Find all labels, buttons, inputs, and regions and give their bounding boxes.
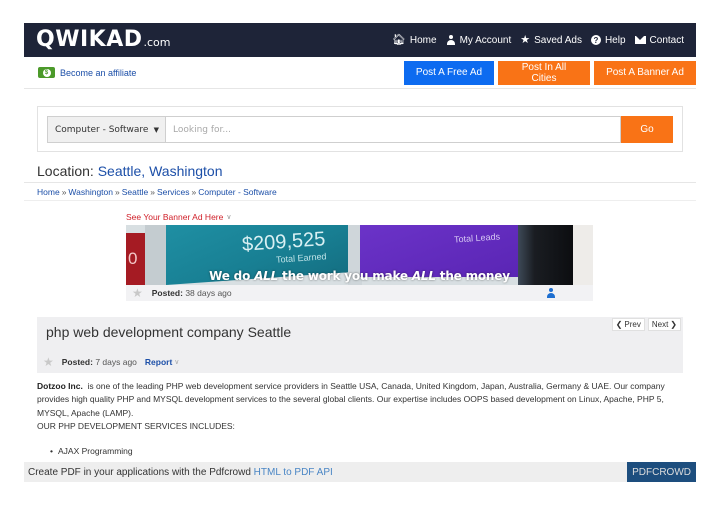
- home-icon: 🏠︎: [391, 33, 406, 46]
- nav-contact[interactable]: Contact: [634, 34, 684, 46]
- breadcrumb-separator: »: [191, 187, 197, 197]
- star-icon: ★: [520, 33, 531, 46]
- sub-header: $ Become an affiliate Post A Free Ad Pos…: [24, 57, 696, 89]
- nav-my-account-label: My Account: [459, 34, 512, 46]
- services-list: AJAX Programming: [50, 446, 133, 456]
- location-heading: Location: Seattle, Washington: [37, 163, 223, 179]
- nav-saved-ads[interactable]: ★ Saved Ads: [520, 33, 582, 46]
- ad-description: Dotzoo Inc. is one of the leading PHP we…: [37, 380, 687, 433]
- breadcrumb-services[interactable]: Services: [157, 187, 190, 197]
- question-circle-icon: ?: [590, 35, 601, 45]
- next-button[interactable]: Next ❯: [647, 318, 681, 331]
- banner-posted: Posted: 38 days ago: [151, 288, 232, 298]
- nav-my-account[interactable]: My Account: [446, 34, 512, 46]
- nav-home-label: Home: [409, 34, 437, 46]
- service-item: AJAX Programming: [50, 446, 133, 456]
- prev-label: Prev: [624, 320, 641, 329]
- logo-tld: .com: [143, 36, 171, 49]
- location-prefix: Location:: [37, 163, 98, 179]
- nav-help-label: Help: [604, 34, 626, 46]
- logo-text: QWIKAD: [36, 27, 143, 52]
- divider: [24, 182, 696, 183]
- user-icon: [446, 35, 456, 45]
- description-text: is one of the leading PHP web developmen…: [37, 381, 668, 418]
- envelope-icon: [634, 36, 646, 44]
- banner-meta: ★ Posted: 38 days ago: [126, 285, 593, 301]
- pdfcrowd-button[interactable]: PDFCROWD: [627, 462, 696, 482]
- nav-home[interactable]: 🏠︎ Home: [391, 33, 437, 46]
- breadcrumb: Home» Washington» Seattle» Services» Compute…: [37, 187, 277, 197]
- nav-saved-ads-label: Saved Ads: [534, 34, 582, 46]
- caret-down-icon: ▼: [153, 125, 159, 134]
- report-dropdown[interactable]: Report ∨: [145, 357, 180, 367]
- ad-pager: ❮ Prev Next ❯: [611, 318, 681, 331]
- services-heading: OUR PHP DEVELOPMENT SERVICES INCLUDES:: [37, 420, 235, 431]
- become-affiliate-link[interactable]: $ Become an affiliate: [38, 67, 136, 78]
- banner-ad-label-text: See Your Banner Ad Here: [126, 212, 224, 222]
- ad-title: php web development company Seattle: [46, 324, 292, 340]
- star-icon[interactable]: ★: [132, 286, 143, 300]
- breadcrumb-computer-software[interactable]: Computer - Software: [198, 187, 276, 197]
- nav-help[interactable]: ? Help: [590, 34, 626, 46]
- star-icon[interactable]: ★: [43, 355, 54, 369]
- pdfcrowd-text: Create PDF in your applications with the…: [28, 466, 333, 478]
- location-place[interactable]: Seattle, Washington: [98, 163, 223, 179]
- ad-posted: Posted: 7 days ago: [61, 357, 137, 367]
- breadcrumb-separator: »: [61, 187, 67, 197]
- banner-ad-image[interactable]: 0 $209,525 Total Earned Total Leads We d…: [126, 225, 593, 285]
- search-row: Computer - Software ▼ Go: [47, 116, 673, 143]
- prev-button[interactable]: ❮ Prev: [611, 318, 645, 331]
- post-buttons: Post A Free Ad Post In All Cities Post A…: [404, 60, 696, 85]
- top-nav: 🏠︎ Home My Account ★ Saved Ads ? Help Co…: [391, 33, 684, 46]
- money-icon: $: [38, 67, 55, 78]
- post-banner-ad-button[interactable]: Post A Banner Ad: [594, 60, 696, 85]
- company-name: Dotzoo Inc.: [37, 381, 83, 391]
- chevron-left-icon: ❮: [615, 320, 623, 329]
- search-panel: Computer - Software ▼ Go: [37, 106, 683, 152]
- breadcrumb-separator: »: [115, 187, 120, 197]
- go-button[interactable]: Go: [621, 116, 673, 143]
- banner-caption: We do ALL the work you make ALL the mone…: [209, 269, 510, 283]
- post-all-cities-button[interactable]: Post In All Cities: [498, 60, 590, 85]
- chevron-down-icon: ∨: [174, 359, 180, 366]
- category-selected-value: Computer - Software: [55, 124, 149, 135]
- breadcrumb-seattle[interactable]: Seattle: [122, 187, 148, 197]
- breadcrumb-home[interactable]: Home: [37, 187, 60, 197]
- banner-ad-card: 0 $209,525 Total Earned Total Leads We d…: [126, 225, 593, 301]
- ad-meta: ★ Posted: 7 days ago Report ∨: [43, 355, 179, 369]
- chevron-right-icon: ❯: [670, 320, 677, 329]
- post-free-ad-button[interactable]: Post A Free Ad: [404, 60, 494, 85]
- next-label: Next: [651, 320, 669, 329]
- ad-header: php web development company Seattle ❮ Pr…: [37, 317, 683, 373]
- divider: [24, 200, 696, 201]
- pdfcrowd-bar: Create PDF in your applications with the…: [24, 462, 696, 482]
- nav-contact-label: Contact: [649, 34, 684, 46]
- affiliate-label: Become an affiliate: [60, 67, 137, 78]
- pdfcrowd-link[interactable]: HTML to PDF API: [254, 467, 333, 478]
- page: QWIKAD .com 🏠︎ Home My Account ★ Saved A…: [0, 0, 720, 509]
- banner-ad-label[interactable]: See Your Banner Ad Here ∨: [126, 212, 231, 222]
- category-select[interactable]: Computer - Software ▼: [47, 116, 166, 143]
- search-input[interactable]: [166, 116, 621, 143]
- breadcrumb-washington[interactable]: Washington: [68, 187, 113, 197]
- breadcrumb-separator: »: [150, 187, 155, 197]
- top-header: QWIKAD .com 🏠︎ Home My Account ★ Saved A…: [24, 23, 696, 57]
- chevron-down-icon: ∨: [226, 214, 232, 221]
- site-logo[interactable]: QWIKAD .com: [36, 29, 171, 51]
- report-label: Report: [144, 357, 173, 367]
- user-icon[interactable]: [546, 288, 556, 298]
